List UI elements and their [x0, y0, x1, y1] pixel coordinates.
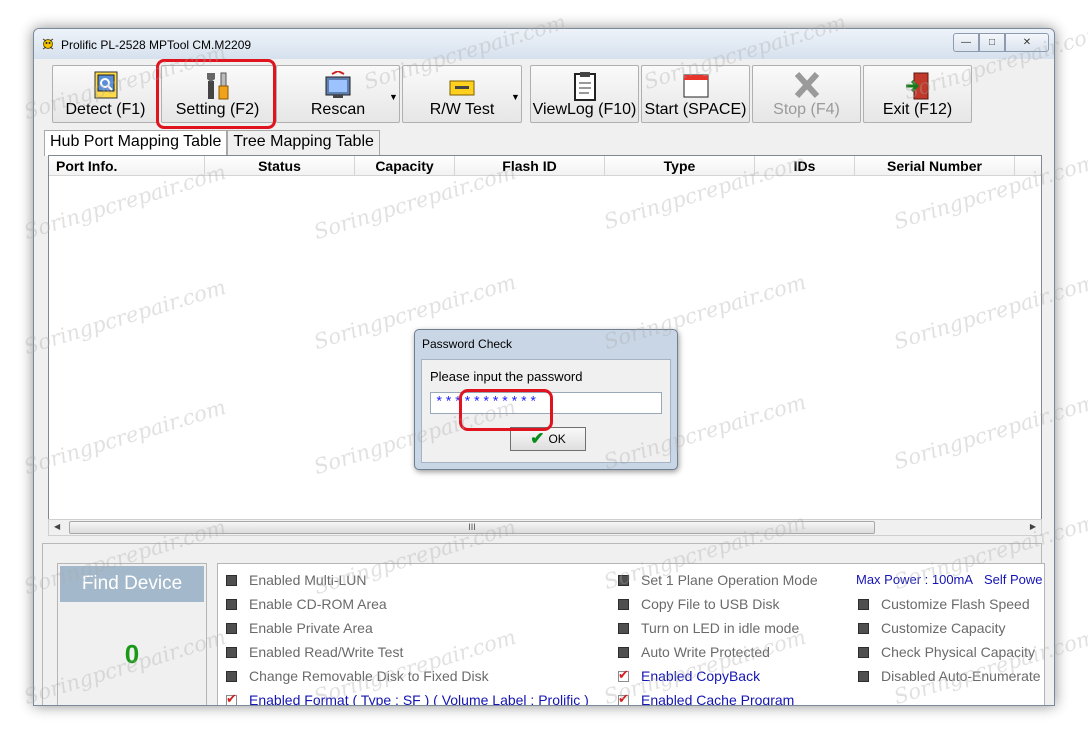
column-header[interactable]: Flash ID: [455, 156, 605, 175]
tab-tree-mapping[interactable]: Tree Mapping Table: [227, 130, 380, 155]
checkbox[interactable]: [226, 622, 237, 634]
checkbox[interactable]: [618, 574, 629, 586]
ok-highlight-box: [459, 389, 553, 431]
option-enabled-format[interactable]: Enabled Format ( Type : SF ) ( Volume La…: [226, 691, 589, 705]
app-icon: [42, 38, 54, 50]
column-header[interactable]: Capacity: [355, 156, 455, 175]
checkbox[interactable]: [618, 622, 629, 634]
detect-icon: [94, 71, 117, 99]
detect-label: Detect (F1): [65, 101, 146, 118]
checkbox[interactable]: [618, 598, 629, 610]
max-power-info: Max Power : 100mA: [856, 572, 974, 587]
scrollbar-thumb[interactable]: III: [69, 521, 875, 534]
ok-label: OK: [548, 432, 566, 446]
scroll-right-arrow-icon[interactable]: ▶: [1030, 522, 1036, 531]
column-header[interactable]: Status: [205, 156, 355, 175]
settings-panel: Find Device 0 Enabled Multi-LUN Enable C…: [42, 543, 1045, 705]
exit-button[interactable]: Exit (F12): [863, 65, 972, 123]
checkbox-checked[interactable]: [618, 667, 629, 683]
option-check-physical-capacity[interactable]: Check Physical Capacity: [858, 644, 1035, 660]
options-list: Enabled Multi-LUN Enable CD-ROM Area Ena…: [217, 563, 1045, 705]
rw-test-dropdown-arrow-icon[interactable]: ▼: [511, 92, 520, 102]
tab-hub-port-mapping[interactable]: Hub Port Mapping Table: [44, 130, 228, 156]
column-header[interactable]: Type: [605, 156, 755, 175]
dialog-title: Password Check: [422, 337, 513, 351]
checkbox-checked[interactable]: [226, 691, 237, 705]
checkbox[interactable]: [226, 574, 237, 586]
horizontal-scrollbar[interactable]: ◀ III ▶: [48, 519, 1042, 536]
find-device-box: Find Device 0: [57, 563, 207, 705]
maximize-button[interactable]: □: [979, 33, 1005, 52]
rescan-label: Rescan: [310, 101, 366, 118]
option-disabled-auto-enumerate[interactable]: Disabled Auto-Enumerate D: [858, 668, 1044, 684]
checkbox[interactable]: [226, 670, 237, 682]
scroll-left-arrow-icon[interactable]: ◀: [54, 522, 60, 531]
column-header-filler: [1015, 156, 1041, 175]
viewlog-label: ViewLog (F10): [532, 101, 637, 118]
device-count: 0: [60, 604, 204, 705]
column-header[interactable]: Serial Number: [855, 156, 1015, 175]
rescan-button[interactable]: Rescan ▼: [276, 65, 400, 123]
find-device-label: Find Device: [60, 566, 204, 602]
option-enabled-copyback[interactable]: Enabled CopyBack: [618, 667, 760, 684]
checkbox[interactable]: [858, 670, 869, 682]
option-enabled-read-write-test[interactable]: Enabled Read/Write Test: [226, 644, 403, 660]
option-enabled-multi-lun[interactable]: Enabled Multi-LUN: [226, 572, 367, 588]
option-enable-cd-rom-area[interactable]: Enable CD-ROM Area: [226, 596, 387, 612]
table-header: Port Info. Status Capacity Flash ID Type…: [49, 156, 1041, 176]
title-bar: Prolific PL-2528 MPTool CM.M2209 — □ ✕: [34, 29, 1054, 59]
setting-highlight-box: [156, 59, 276, 129]
checkbox[interactable]: [618, 646, 629, 658]
option-change-removable-disk[interactable]: Change Removable Disk to Fixed Disk: [226, 668, 489, 684]
option-set-1-plane-mode[interactable]: Set 1 Plane Operation Mode: [618, 572, 818, 588]
checkbox-checked[interactable]: [618, 691, 629, 705]
exit-label: Exit (F12): [882, 101, 953, 118]
rw-test-button[interactable]: R/W Test ▼: [402, 65, 522, 123]
rw-test-label: R/W Test: [429, 101, 495, 118]
detect-button[interactable]: Detect (F1): [52, 65, 159, 123]
checkbox[interactable]: [226, 646, 237, 658]
option-turn-on-led[interactable]: Turn on LED in idle mode: [618, 620, 799, 636]
checkmark-icon: ✔: [530, 429, 545, 448]
option-enable-private-area[interactable]: Enable Private Area: [226, 620, 373, 636]
option-customize-flash-speed[interactable]: Customize Flash Speed: [858, 596, 1030, 612]
checkbox[interactable]: [858, 622, 869, 634]
start-label: Start (SPACE): [644, 101, 747, 118]
minimize-button[interactable]: —: [953, 33, 979, 52]
rescan-icon: [325, 71, 351, 98]
window-icon: [683, 74, 708, 98]
checkbox[interactable]: [858, 646, 869, 658]
checkbox[interactable]: [858, 598, 869, 610]
rw-test-icon: [449, 80, 475, 96]
option-enabled-cache-program[interactable]: Enabled Cache Program: [618, 691, 794, 705]
close-button[interactable]: ✕: [1005, 33, 1049, 52]
column-header[interactable]: Port Info.: [49, 156, 205, 175]
password-prompt: Please input the password: [430, 369, 583, 384]
option-auto-write-protected[interactable]: Auto Write Protected: [618, 644, 770, 660]
stop-x-icon: [794, 71, 819, 99]
window-title: Prolific PL-2528 MPTool CM.M2209: [61, 38, 252, 52]
column-header[interactable]: IDs: [755, 156, 855, 175]
clipboard-icon: [573, 72, 596, 101]
stop-label: Stop (F4): [773, 101, 840, 118]
start-button[interactable]: Start (SPACE): [641, 65, 750, 123]
option-customize-capacity[interactable]: Customize Capacity: [858, 620, 1006, 636]
option-copy-file-to-usb[interactable]: Copy File to USB Disk: [618, 596, 779, 612]
stop-button[interactable]: Stop (F4): [752, 65, 861, 123]
tab-bar: Hub Port Mapping Table Tree Mapping Tabl…: [44, 130, 380, 156]
checkbox[interactable]: [226, 598, 237, 610]
exit-door-icon: [905, 72, 928, 100]
app-window: Prolific PL-2528 MPTool CM.M2209 — □ ✕ D…: [33, 28, 1055, 706]
viewlog-button[interactable]: ViewLog (F10): [530, 65, 639, 123]
self-power-info: Self Powe: [984, 572, 1043, 587]
rescan-dropdown-arrow-icon[interactable]: ▼: [389, 92, 398, 102]
